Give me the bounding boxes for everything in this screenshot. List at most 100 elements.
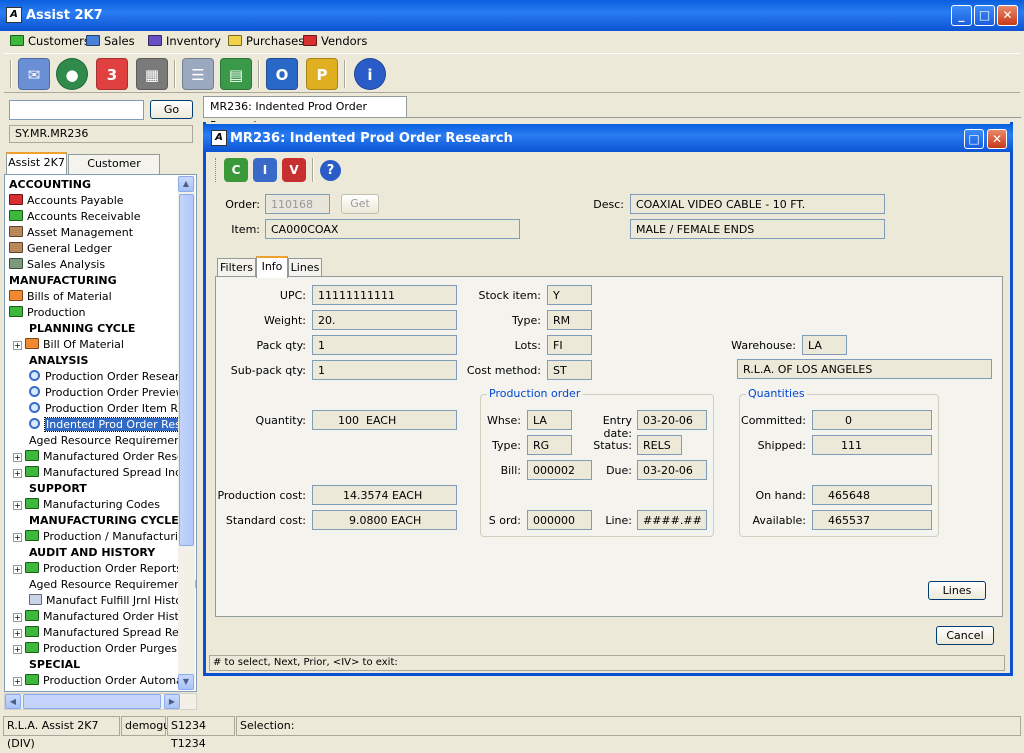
menu-inventory[interactable]: Inventory bbox=[148, 33, 221, 49]
expand-icon[interactable]: + bbox=[13, 469, 22, 478]
tab-assist-2k7[interactable]: Assist 2K7 bbox=[6, 152, 67, 174]
shipped-field[interactable] bbox=[812, 435, 932, 455]
calculator-icon[interactable]: ▦ bbox=[136, 58, 168, 90]
expand-icon[interactable]: + bbox=[13, 645, 22, 654]
scroll-up-icon[interactable]: ▲ bbox=[178, 176, 194, 192]
tree-item[interactable]: + Manufacturing Codes bbox=[13, 497, 160, 513]
tree-item[interactable]: Production Order Research bbox=[29, 369, 192, 385]
scroll-down-icon[interactable]: ▼ bbox=[178, 674, 194, 690]
warehouse-field[interactable] bbox=[802, 335, 847, 355]
tree-item[interactable]: + Production Order Reports bbox=[13, 561, 182, 577]
get-button[interactable]: Get bbox=[341, 194, 379, 214]
globe-icon[interactable]: ● bbox=[56, 58, 88, 90]
stock-item-field[interactable] bbox=[547, 285, 592, 305]
info-icon[interactable]: i bbox=[354, 58, 386, 90]
tab-mr236[interactable]: MR236: Indented Prod Order Research bbox=[203, 96, 407, 132]
c-icon[interactable]: C bbox=[224, 158, 248, 182]
tree-item[interactable]: Aged Resource Requirements R bbox=[29, 577, 196, 593]
tree-item[interactable]: Production Order Preview bbox=[29, 385, 185, 401]
tree-item[interactable]: + Manufactured Order Resea bbox=[13, 449, 191, 465]
menu-vendors[interactable]: Vendors bbox=[303, 33, 367, 49]
tree-item[interactable]: + Manufactured Spread Inqu bbox=[13, 465, 189, 481]
hscroll-thumb[interactable] bbox=[23, 694, 161, 709]
order-field[interactable] bbox=[265, 194, 330, 214]
inner-maximize-icon[interactable]: □ bbox=[964, 129, 984, 149]
whse-field[interactable] bbox=[527, 410, 572, 430]
scroll-left-icon[interactable]: ◀ bbox=[5, 694, 21, 709]
tree-item[interactable]: Bills of Material bbox=[9, 289, 112, 305]
tab-info[interactable]: Info bbox=[256, 256, 288, 278]
upc-field[interactable] bbox=[312, 285, 457, 305]
tree-item[interactable]: Aged Resource Requirements bbox=[29, 433, 191, 449]
help-icon[interactable]: ? bbox=[320, 160, 341, 181]
tree-item[interactable]: Asset Management bbox=[9, 225, 133, 241]
item-field[interactable] bbox=[265, 219, 520, 239]
entry-date-field[interactable] bbox=[637, 410, 707, 430]
sub-pack-qty-field[interactable] bbox=[312, 360, 457, 380]
cancel-button[interactable]: Cancel bbox=[936, 626, 994, 645]
standard-cost-field[interactable] bbox=[312, 510, 457, 530]
tree-hscrollbar[interactable]: ◀ ▶ bbox=[4, 693, 197, 710]
tree-item[interactable]: Sales Analysis bbox=[9, 257, 105, 273]
committed-field[interactable] bbox=[812, 410, 932, 430]
tree-item[interactable]: Manufact Fulfill Jrnl History bbox=[29, 593, 193, 609]
tree-item[interactable]: Indented Prod Order Rese bbox=[29, 417, 190, 433]
tree-item[interactable]: + Production / Manufacturing bbox=[13, 529, 192, 545]
tree-item[interactable]: Production bbox=[9, 305, 86, 321]
expand-icon[interactable]: + bbox=[13, 533, 22, 542]
menu-purchases[interactable]: Purchases bbox=[228, 33, 304, 49]
menu-customers[interactable]: Customers bbox=[10, 33, 90, 49]
warehouse-name-field[interactable] bbox=[737, 359, 992, 379]
maximize-icon[interactable]: □ bbox=[974, 5, 995, 26]
tree-item[interactable]: Accounts Receivable bbox=[9, 209, 141, 225]
close-icon[interactable]: ✕ bbox=[997, 5, 1018, 26]
v-icon[interactable]: V bbox=[282, 158, 306, 182]
tree-item[interactable]: Production Order Item Res bbox=[29, 401, 190, 417]
desc-field-1[interactable] bbox=[630, 194, 885, 214]
notes-icon[interactable]: P bbox=[306, 58, 338, 90]
tab-lines[interactable]: Lines bbox=[288, 258, 322, 278]
cost-method-field[interactable] bbox=[547, 360, 592, 380]
order-type-field[interactable] bbox=[527, 435, 572, 455]
mail-icon[interactable]: ✉ bbox=[18, 58, 50, 90]
tree-item[interactable]: + Production Order Automati bbox=[13, 673, 190, 689]
scroll-right-icon[interactable]: ▶ bbox=[164, 694, 180, 709]
lines-button[interactable]: Lines bbox=[928, 581, 986, 600]
quantity-field[interactable] bbox=[312, 410, 457, 430]
tree-item[interactable]: General Ledger bbox=[9, 241, 112, 257]
inner-close-icon[interactable]: ✕ bbox=[987, 129, 1007, 149]
scroll-thumb[interactable] bbox=[179, 194, 194, 546]
menu-sales[interactable]: Sales bbox=[86, 33, 135, 49]
expand-icon[interactable]: + bbox=[13, 501, 22, 510]
tab-customer-service[interactable]: Customer Service bbox=[68, 154, 160, 188]
expand-icon[interactable]: + bbox=[13, 341, 22, 350]
report-icon[interactable]: ▤ bbox=[220, 58, 252, 90]
status-field[interactable] bbox=[637, 435, 682, 455]
search-input[interactable] bbox=[9, 100, 144, 120]
expand-icon[interactable]: + bbox=[13, 629, 22, 638]
minimize-icon[interactable]: _ bbox=[951, 5, 972, 26]
due-field[interactable] bbox=[637, 460, 707, 480]
weight-field[interactable] bbox=[312, 310, 457, 330]
tree-item[interactable]: + Bill Of Material bbox=[13, 337, 124, 353]
go-button[interactable]: Go bbox=[150, 100, 193, 119]
tab-filters[interactable]: Filters bbox=[217, 258, 256, 278]
pack-qty-field[interactable] bbox=[312, 335, 457, 355]
tree-item[interactable]: + Production Order Purges bbox=[13, 641, 177, 657]
tree-scrollbar[interactable]: ▲ ▼ bbox=[178, 176, 195, 690]
desc-field-2[interactable] bbox=[630, 219, 885, 239]
i-icon[interactable]: I bbox=[253, 158, 277, 182]
form-icon[interactable]: ☰ bbox=[182, 58, 214, 90]
expand-icon[interactable]: + bbox=[13, 565, 22, 574]
tree-item[interactable]: + Manufactured Order Hist R bbox=[13, 609, 190, 625]
outlook-icon[interactable]: O bbox=[266, 58, 298, 90]
expand-icon[interactable]: + bbox=[13, 453, 22, 462]
lots-field[interactable] bbox=[547, 335, 592, 355]
tree-item[interactable]: + Manufactured Spread Repo bbox=[13, 625, 193, 641]
expand-icon[interactable]: + bbox=[13, 677, 22, 686]
expand-icon[interactable]: + bbox=[13, 613, 22, 622]
line-field[interactable] bbox=[637, 510, 707, 530]
production-cost-field[interactable] bbox=[312, 485, 457, 505]
calendar-icon[interactable]: 3 bbox=[96, 58, 128, 90]
available-field[interactable] bbox=[812, 510, 932, 530]
